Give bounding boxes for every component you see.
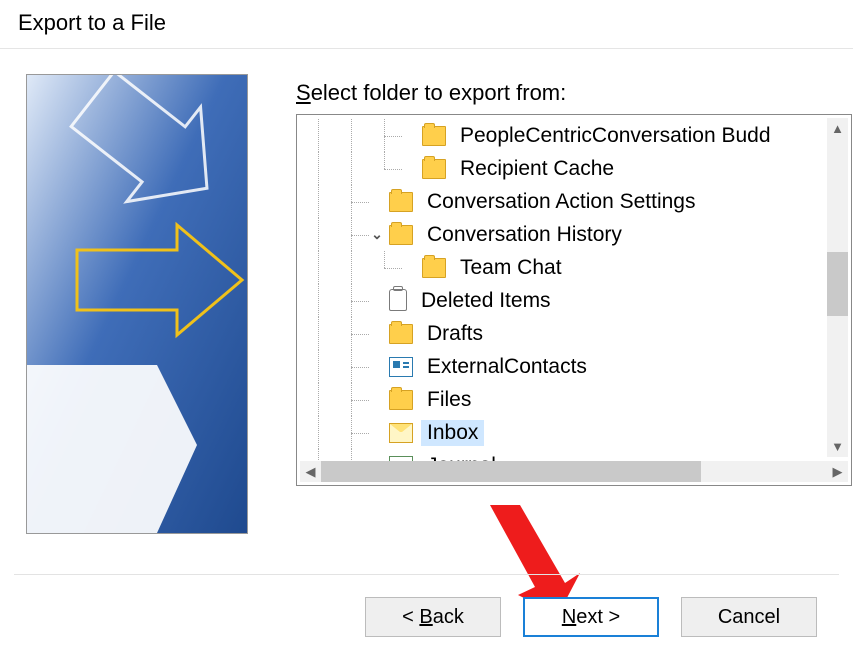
expander-icon[interactable] [367,390,387,410]
expander-icon[interactable] [400,258,420,278]
expander-icon[interactable] [367,291,387,311]
title-separator [0,48,853,49]
tree-item-label: ExternalContacts [421,354,593,380]
scroll-up-icon[interactable]: ▲ [827,118,848,139]
folder-icon [422,126,446,146]
scroll-left-icon[interactable]: ◀ [300,464,321,480]
vertical-scrollbar[interactable]: ▲ ▼ [827,118,848,457]
horizontal-scrollbar[interactable]: ◀ ▶ [300,461,848,482]
folder-icon [389,324,413,344]
vertical-scroll-thumb[interactable] [827,252,848,316]
contact-icon [389,357,413,377]
tree-item[interactable]: ExternalContacts [301,350,827,383]
folder-icon [422,159,446,179]
expander-icon[interactable] [400,159,420,179]
scroll-right-icon[interactable]: ▶ [827,464,848,480]
folder-tree-container: PeopleCentricConversation Budd Recipient … [296,114,852,486]
tree-item[interactable]: Conversation Action Settings [301,185,827,218]
folder-icon [389,192,413,212]
expander-icon[interactable] [400,126,420,146]
content-area: Select folder to export from: PeopleCent… [0,62,853,563]
window-title: Export to a File [0,0,853,36]
button-separator [14,574,839,575]
tree-item[interactable]: Deleted Items [301,284,827,317]
tree-item-label: PeopleCentricConversation Budd [454,123,777,149]
next-button[interactable]: Next > [523,597,659,637]
expander-icon[interactable] [367,192,387,212]
mail-icon [389,423,413,443]
cancel-button[interactable]: Cancel [681,597,817,637]
horizontal-scroll-thumb[interactable] [321,461,701,482]
back-button[interactable]: < Back [365,597,501,637]
right-pane: Select folder to export from: PeopleCent… [296,62,853,563]
export-wizard-window: Export to a File [0,0,853,651]
tree-item[interactable]: Inbox [301,416,827,449]
tree-item[interactable]: Recipient Cache [301,152,827,185]
wizard-buttons: < Back Next > Cancel [365,597,817,637]
tree-item[interactable]: Drafts [301,317,827,350]
tree-item-label: Deleted Items [415,288,557,314]
tree-item-label: Conversation Action Settings [421,189,702,215]
select-folder-label: Select folder to export from: [296,80,852,106]
expander-icon[interactable] [367,423,387,443]
expander-icon[interactable] [367,324,387,344]
tree-item[interactable]: ⌄ Conversation History [301,218,827,251]
folder-icon [422,258,446,278]
tree-item[interactable]: Team Chat [301,251,827,284]
folder-icon [389,390,413,410]
folder-tree[interactable]: PeopleCentricConversation Budd Recipient … [297,115,827,471]
tree-item-label: Team Chat [454,255,568,281]
tree-item-label: Drafts [421,321,489,347]
tree-item[interactable]: PeopleCentricConversation Budd [301,119,827,152]
tree-item-label: Conversation History [421,222,628,248]
expander-icon[interactable] [367,357,387,377]
tree-item-label: Inbox [421,420,484,446]
expander-icon[interactable]: ⌄ [367,225,387,245]
tree-item-label: Recipient Cache [454,156,620,182]
scroll-down-icon[interactable]: ▼ [827,436,848,457]
folder-icon [389,225,413,245]
tree-item[interactable]: Files [301,383,827,416]
trash-icon [389,289,407,311]
wizard-illustration [26,74,248,534]
tree-item-label: Files [421,387,477,413]
